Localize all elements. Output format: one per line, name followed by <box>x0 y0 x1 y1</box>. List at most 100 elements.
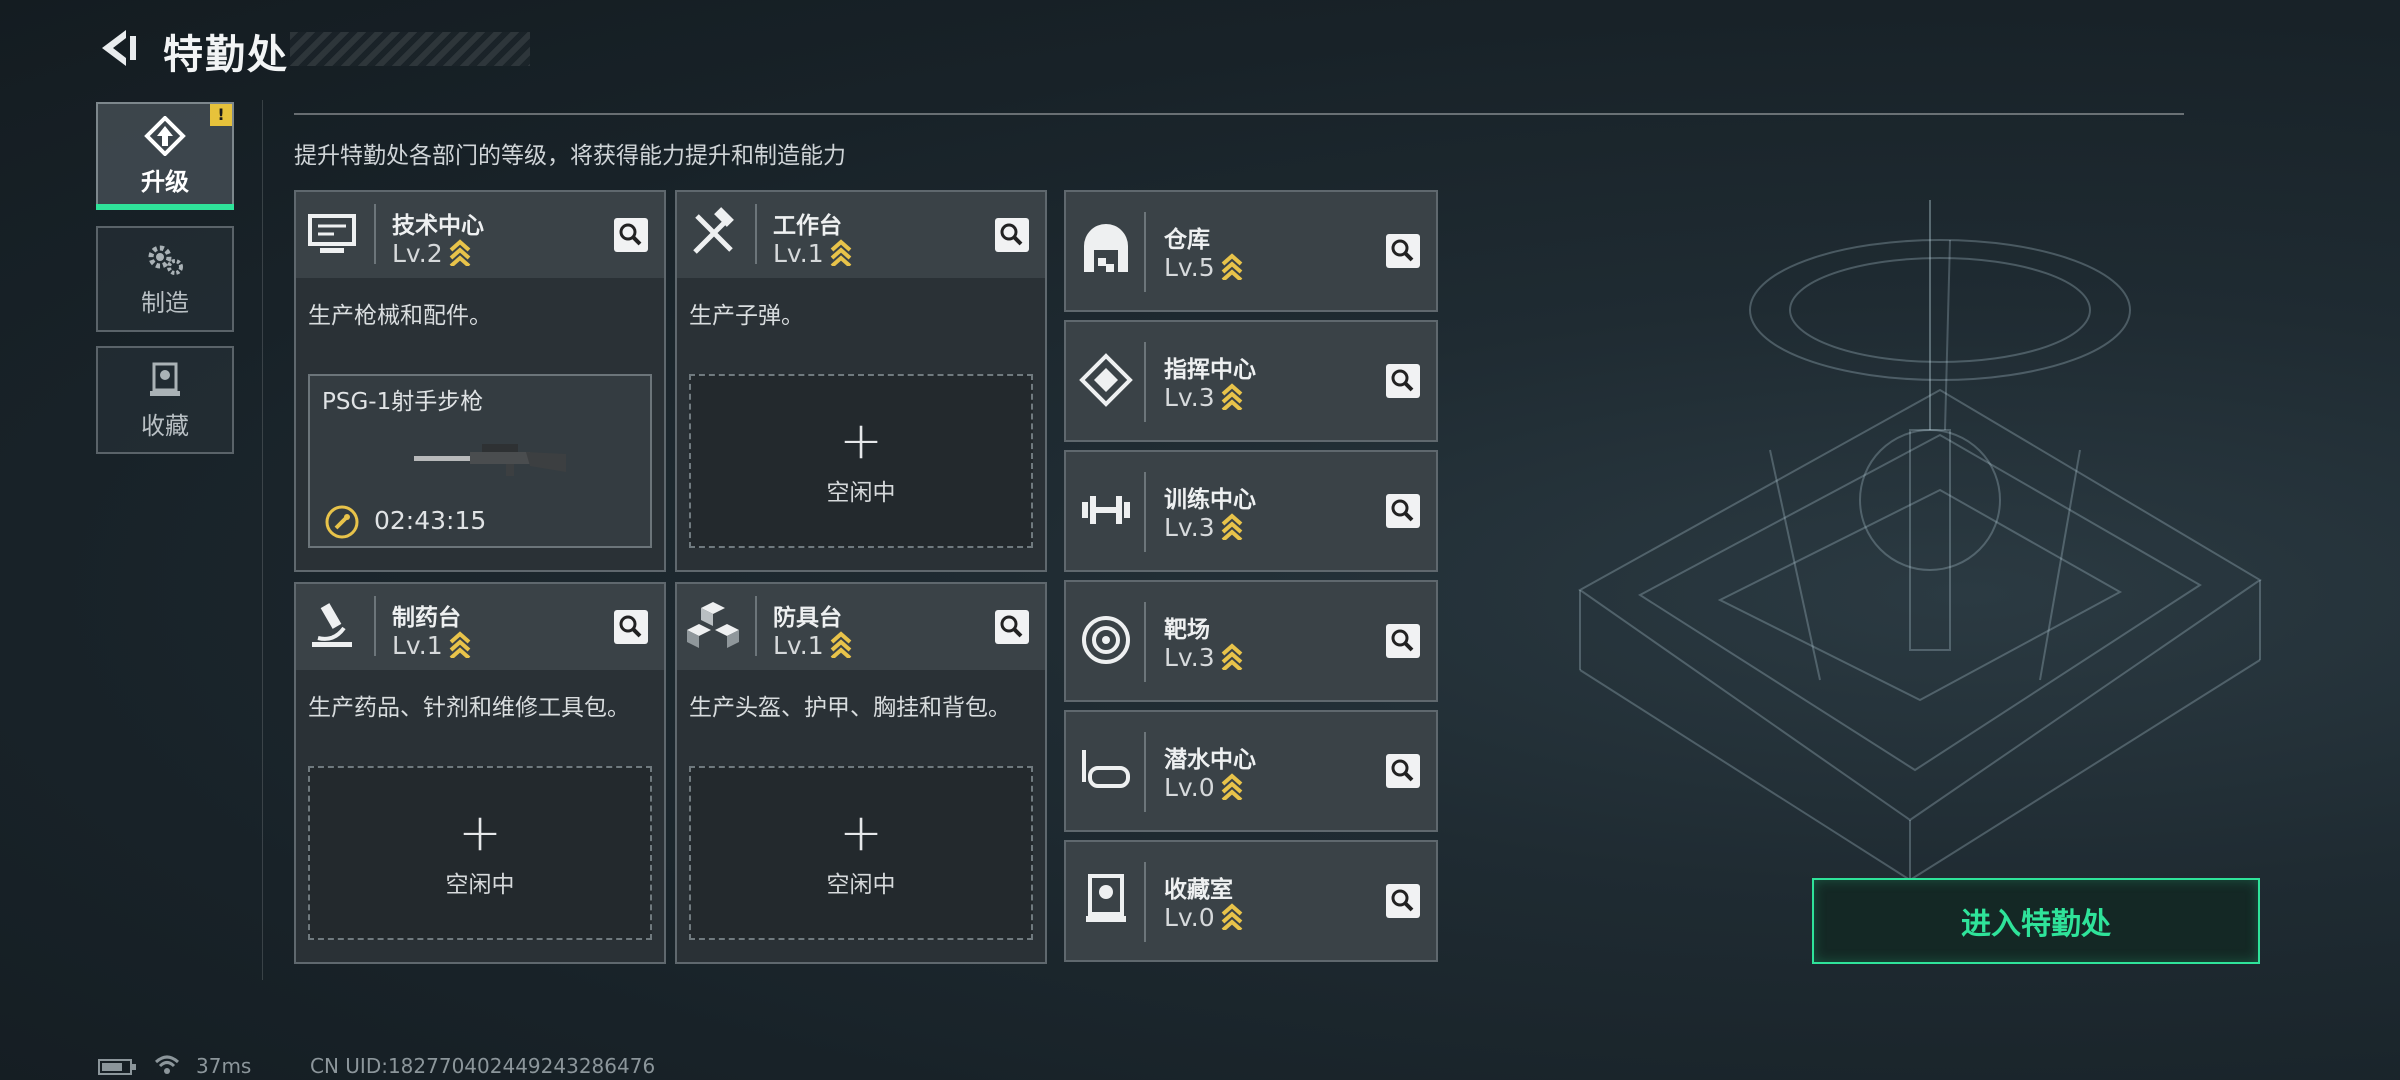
timer-icon <box>325 505 359 539</box>
search-button[interactable] <box>1386 624 1420 658</box>
search-icon <box>1391 629 1414 652</box>
facility-name: 指挥中心 <box>1164 357 1256 383</box>
search-button[interactable] <box>614 610 648 644</box>
wifi-icon <box>154 1055 180 1074</box>
dept-description: 生产枪械和配件。 <box>308 303 492 329</box>
search-icon <box>1391 889 1414 912</box>
dept-level: Lv.1 <box>773 238 852 268</box>
warehouse-icon <box>1084 224 1128 272</box>
level-chevron-icon <box>449 631 470 658</box>
level-chevron-icon <box>1221 903 1242 930</box>
dept-card-pharmacy: 制药台 Lv.1 生产药品、针剂和维修工具包。 + 空闲中 <box>294 582 666 964</box>
gears-icon <box>148 245 183 275</box>
level-chevron-icon <box>1221 513 1242 540</box>
facility-collection-room[interactable]: 收藏室 Lv.0 <box>1064 840 1438 962</box>
search-button[interactable] <box>1386 234 1420 268</box>
dept-name: 技术中心 <box>392 213 484 239</box>
facility-warehouse[interactable]: 仓库 Lv.5 <box>1064 190 1438 312</box>
facility-diving-center[interactable]: 潜水中心 Lv.0 <box>1064 710 1438 832</box>
dept-description: 生产头盔、护甲、胸挂和背包。 <box>689 695 1011 721</box>
facility-name: 训练中心 <box>1164 487 1256 513</box>
search-icon <box>1000 223 1023 246</box>
search-button[interactable] <box>614 218 648 252</box>
dept-level: Lv.1 <box>773 630 852 660</box>
level-chevron-icon <box>1221 773 1242 800</box>
dept-card-tech-center: 技术中心 Lv.2 生产枪械和配件。 PSG-1射手步枪 02:43:15 <box>294 190 666 572</box>
microscope-icon <box>312 603 352 647</box>
plus-icon: + <box>458 803 502 863</box>
search-button[interactable] <box>995 610 1029 644</box>
dept-name: 防具台 <box>773 605 842 631</box>
level-chevron-icon <box>1221 643 1242 670</box>
divider <box>262 100 263 980</box>
facility-command-center[interactable]: 指挥中心 Lv.3 <box>1064 320 1438 442</box>
facility-training-center[interactable]: 训练中心 Lv.3 <box>1064 450 1438 572</box>
player-uid: CN UID:182770402449243286476 <box>310 1054 656 1078</box>
armor-cubes-icon <box>687 602 739 648</box>
facility-level: Lv.3 <box>1164 512 1243 542</box>
dumbbell-icon <box>1082 496 1130 524</box>
crafting-slot[interactable]: PSG-1射手步枪 02:43:15 <box>308 374 652 548</box>
command-icon <box>1079 353 1133 407</box>
dept-description: 生产药品、针剂和维修工具包。 <box>308 695 630 721</box>
header-rule <box>294 113 2184 115</box>
level-chevron-icon <box>1221 253 1242 280</box>
dept-description: 生产子弹。 <box>689 303 804 329</box>
tab-craft-label: 制造 <box>141 288 189 317</box>
search-icon <box>619 223 642 246</box>
base-blueprint-illustration <box>1578 200 2262 880</box>
search-icon <box>619 615 642 638</box>
search-icon <box>1391 239 1414 262</box>
enter-base-button[interactable]: 进入特勤处 <box>1812 878 2260 964</box>
tab-upgrade-label: 升级 <box>141 167 189 196</box>
dept-card-armor: 防具台 Lv.1 生产头盔、护甲、胸挂和背包。 + 空闲中 <box>675 582 1047 964</box>
level-chevron-icon <box>830 239 851 266</box>
tools-icon <box>693 207 734 254</box>
title-decoration <box>290 32 530 66</box>
search-button[interactable] <box>995 218 1029 252</box>
tab-collection-label: 收藏 <box>141 411 189 440</box>
facility-name: 收藏室 <box>1164 877 1233 903</box>
facility-name: 潜水中心 <box>1164 747 1256 773</box>
target-icon <box>1082 616 1130 664</box>
level-chevron-icon <box>1221 383 1242 410</box>
dept-level: Lv.2 <box>392 238 471 268</box>
tab-collection[interactable]: 收藏 <box>96 346 234 454</box>
crafting-timer: 02:43:15 <box>374 506 487 535</box>
idle-slot[interactable]: + 空闲中 <box>689 374 1033 548</box>
facility-level: Lv.0 <box>1164 902 1243 932</box>
search-icon <box>1391 759 1414 782</box>
search-button[interactable] <box>1386 754 1420 788</box>
facility-level: Lv.3 <box>1164 642 1243 672</box>
section-description: 提升特勤处各部门的等级，将获得能力提升和制造能力 <box>294 143 846 169</box>
battery-icon <box>98 1059 136 1075</box>
back-arrow-icon <box>102 30 136 66</box>
search-button[interactable] <box>1386 884 1420 918</box>
idle-slot[interactable]: + 空闲中 <box>308 766 652 940</box>
tab-upgrade[interactable]: ! 升级 <box>96 102 234 210</box>
facility-name: 仓库 <box>1164 227 1210 253</box>
facility-name: 靶场 <box>1164 617 1210 643</box>
alert-badge: ! <box>210 104 232 126</box>
search-icon <box>1391 369 1414 392</box>
level-chevron-icon <box>830 631 851 658</box>
search-button[interactable] <box>1386 494 1420 528</box>
facility-level: Lv.3 <box>1164 382 1243 412</box>
monitor-icon <box>308 214 356 253</box>
ping-value: 37ms <box>196 1054 252 1078</box>
facility-shooting-range[interactable]: 靶场 Lv.3 <box>1064 580 1438 702</box>
tab-craft[interactable]: 制造 <box>96 226 234 332</box>
level-chevron-icon <box>449 239 470 266</box>
idle-slot[interactable]: + 空闲中 <box>689 766 1033 940</box>
trophy-case-icon <box>1086 874 1126 922</box>
idle-label: 空闲中 <box>826 480 896 506</box>
page-title: 特勤处 <box>163 32 289 78</box>
idle-label: 空闲中 <box>826 872 896 898</box>
dept-name: 制药台 <box>392 605 461 631</box>
plus-icon: + <box>839 803 883 863</box>
search-button[interactable] <box>1386 364 1420 398</box>
collection-icon <box>150 362 180 396</box>
back-button[interactable] <box>96 24 144 72</box>
dept-name: 工作台 <box>773 213 842 239</box>
search-icon <box>1000 615 1023 638</box>
